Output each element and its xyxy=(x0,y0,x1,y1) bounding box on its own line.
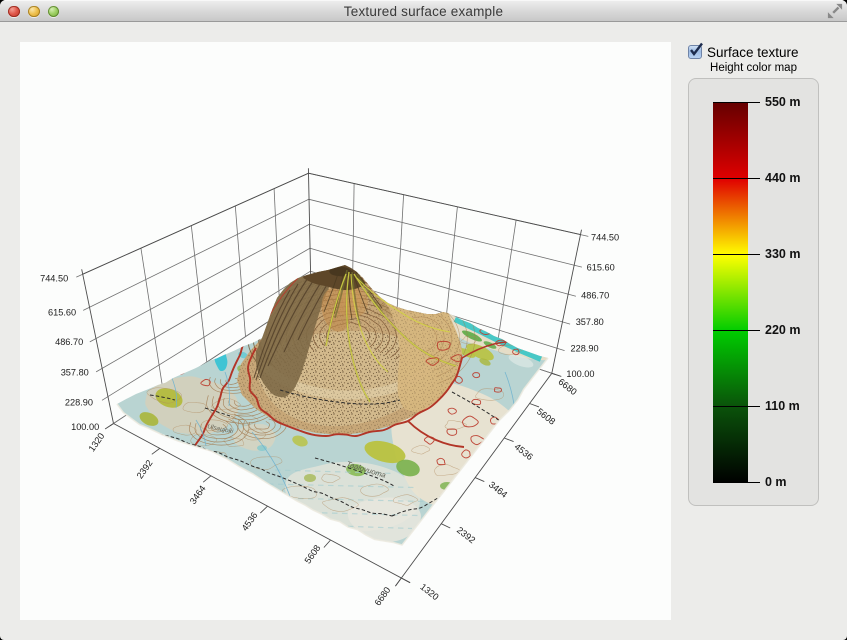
svg-text:5608: 5608 xyxy=(303,543,323,565)
svg-text:615.60: 615.60 xyxy=(48,308,76,318)
svg-text:6680: 6680 xyxy=(556,377,578,397)
svg-text:100.00: 100.00 xyxy=(71,422,99,432)
svg-text:228.90: 228.90 xyxy=(571,343,599,353)
svg-text:100.00: 100.00 xyxy=(566,369,594,379)
svg-text:2392: 2392 xyxy=(455,525,477,545)
svg-text:486.70: 486.70 xyxy=(55,337,83,347)
svg-text:6680: 6680 xyxy=(373,585,393,607)
svg-text:1320: 1320 xyxy=(87,431,107,453)
svg-text:2392: 2392 xyxy=(135,458,155,480)
svg-text:5608: 5608 xyxy=(535,406,557,426)
svg-text:3464: 3464 xyxy=(188,484,208,506)
svg-text:357.80: 357.80 xyxy=(61,368,89,378)
svg-text:3464: 3464 xyxy=(487,479,509,499)
svg-text:744.50: 744.50 xyxy=(591,233,619,243)
svg-text:486.70: 486.70 xyxy=(581,291,609,301)
svg-text:615.60: 615.60 xyxy=(587,263,615,273)
svg-text:357.80: 357.80 xyxy=(576,317,604,327)
svg-text:4536: 4536 xyxy=(240,510,260,532)
svg-text:4536: 4536 xyxy=(513,442,535,462)
svg-text:744.50: 744.50 xyxy=(40,273,68,283)
svg-text:1320: 1320 xyxy=(418,582,440,602)
svg-text:228.90: 228.90 xyxy=(65,397,93,407)
